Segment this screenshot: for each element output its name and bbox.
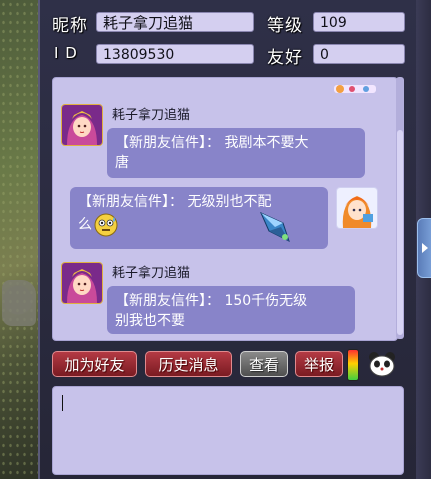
history-button[interactable]: 历史消息 [145, 351, 232, 377]
nickname-label: 昵称 [52, 16, 88, 36]
nickname-field: 耗子拿刀追猫 [96, 12, 254, 32]
sweating-face-icon [94, 213, 118, 237]
collapse-side-tab[interactable] [417, 218, 431, 278]
message-bubble: 【新朋友信件】： 我剧本不要大 唐 [107, 128, 365, 178]
game-map-background [0, 0, 40, 479]
portrait-icon [337, 188, 377, 228]
id-label: I D [54, 44, 78, 62]
message-text: 别我也不要 [115, 313, 185, 329]
message-text: 【新朋友信件】： 150千伤无级 [115, 293, 308, 309]
signal-level-indicator [347, 349, 359, 381]
sender-avatar[interactable] [61, 262, 103, 304]
message-text: 么 [78, 217, 92, 233]
map-rock [2, 280, 36, 326]
decoration-ribbon-icon [334, 85, 376, 93]
message-bubble: 【新朋友信件】： 150千伤无级 别我也不要 [107, 286, 355, 334]
chat-scroll-thumb[interactable] [397, 130, 403, 335]
id-field: 13809530 [96, 44, 254, 64]
self-avatar[interactable] [336, 187, 378, 229]
level-label: 等级 [267, 16, 303, 36]
text-caret [62, 395, 63, 411]
add-friend-button[interactable]: 加为好友 [52, 351, 137, 377]
view-button[interactable]: 查看 [240, 351, 288, 377]
sender-avatar[interactable] [61, 104, 103, 146]
chevron-right-icon [422, 243, 428, 253]
friendship-label: 友好 [267, 48, 303, 68]
message-text: 唐 [115, 155, 129, 171]
blue-gem-icon [260, 212, 290, 242]
message-sender: 耗子拿刀追猫 [112, 108, 191, 123]
report-button[interactable]: 举报 [295, 351, 343, 377]
friendship-field: 0 [313, 44, 405, 64]
panda-bear-icon[interactable] [367, 350, 397, 378]
portrait-icon [62, 263, 102, 303]
portrait-icon [62, 105, 102, 145]
message-input[interactable] [52, 386, 404, 475]
message-sender: 耗子拿刀追猫 [112, 266, 191, 281]
level-field: 109 [313, 12, 405, 32]
message-text: 【新朋友信件】： 我剧本不要大 [115, 135, 309, 151]
